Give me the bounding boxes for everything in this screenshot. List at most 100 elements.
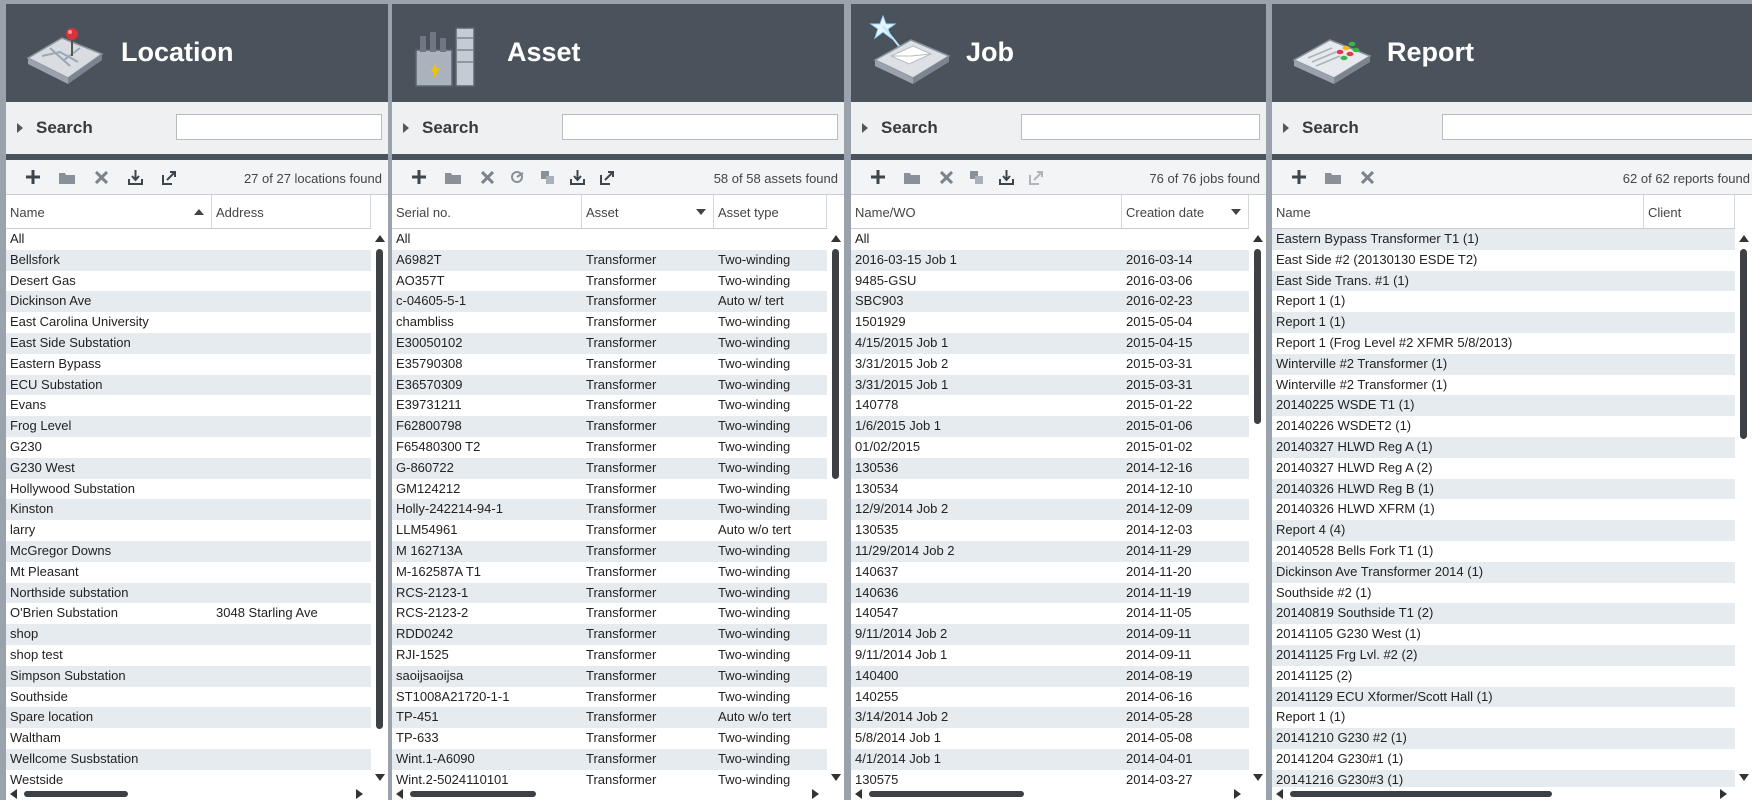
table-row[interactable]: ECU Substation	[6, 374, 371, 396]
scroll-left-arrow-icon[interactable]	[10, 789, 17, 799]
table-row[interactable]: Evans	[6, 395, 371, 416]
table-row[interactable]: E35790308 Transformer Two-winding	[392, 354, 827, 375]
scroll-thumb[interactable]	[869, 791, 1024, 797]
table-row[interactable]: Report 1 (1)	[1272, 707, 1735, 728]
table-row[interactable]: Dickinson Ave	[6, 291, 371, 313]
search-label[interactable]: Search	[422, 118, 479, 138]
scroll-thumb[interactable]	[1740, 249, 1747, 439]
expand-caret-icon[interactable]	[17, 123, 23, 133]
table-row[interactable]: 130535 2014-12-03	[851, 520, 1249, 541]
horizontal-scrollbar[interactable]	[851, 787, 1249, 800]
scroll-left-arrow-icon[interactable]	[855, 789, 862, 799]
column-header-serial-no[interactable]: Serial no.	[392, 195, 582, 228]
table-row[interactable]: All	[392, 229, 827, 250]
table-row[interactable]: 20140326 HLWD XFRM (1)	[1272, 499, 1735, 520]
scroll-down-arrow-icon[interactable]	[1253, 774, 1263, 781]
vertical-scrollbar[interactable]	[827, 229, 844, 787]
table-row[interactable]: 20140327 HLWD Reg A (1)	[1272, 436, 1735, 458]
scroll-left-arrow-icon[interactable]	[396, 789, 403, 799]
table-row[interactable]: 12/9/2014 Job 2 2014-12-09	[851, 499, 1249, 521]
table-row[interactable]: Simpson Substation	[6, 665, 371, 687]
expand-caret-icon[interactable]	[862, 123, 868, 133]
table-row[interactable]: Report 4 (4)	[1272, 520, 1735, 541]
table-row[interactable]: G230 West	[6, 457, 371, 479]
vertical-scrollbar[interactable]	[1249, 229, 1266, 787]
table-row[interactable]: LLM54961 Transformer Auto w/o tert	[392, 520, 827, 541]
table-row[interactable]: 20140326 HLWD Reg B (1)	[1272, 478, 1735, 500]
table-row[interactable]: 140547 2014-11-05	[851, 603, 1249, 624]
table-row[interactable]: RCS-2123-1 Transformer Two-winding	[392, 582, 827, 604]
table-row[interactable]: 1/6/2015 Job 1 2015-01-06	[851, 416, 1249, 437]
table-row[interactable]: 11/29/2014 Job 2 2014-11-29	[851, 540, 1249, 562]
table-row[interactable]: G-860722 Transformer Two-winding	[392, 457, 827, 479]
folder-icon[interactable]	[442, 167, 464, 187]
folder-icon[interactable]	[56, 167, 78, 187]
table-row[interactable]: Southside #2 (1)	[1272, 583, 1735, 604]
table-row[interactable]: Eastern Bypass Transformer T1 (1)	[1272, 229, 1735, 250]
table-row[interactable]: 140255 2014-06-16	[851, 687, 1249, 708]
scroll-right-arrow-icon[interactable]	[1720, 789, 1727, 799]
table-row[interactable]: Kinston	[6, 499, 371, 521]
table-row[interactable]: TP-451 Transformer Auto w/o tert	[392, 707, 827, 729]
table-row[interactable]: 4/15/2015 Job 1 2015-04-15	[851, 332, 1249, 354]
table-row[interactable]: Spare location	[6, 707, 371, 729]
vertical-scrollbar[interactable]	[1735, 229, 1752, 787]
expand-caret-icon[interactable]	[1283, 123, 1289, 133]
table-row[interactable]: 4/1/2014 Job 1 2014-04-01	[851, 748, 1249, 770]
table-row[interactable]: Frog Level	[6, 416, 371, 437]
scroll-thumb[interactable]	[832, 249, 839, 479]
search-label[interactable]: Search	[36, 118, 93, 138]
scroll-right-arrow-icon[interactable]	[356, 789, 363, 799]
table-row[interactable]: Wint.1-A6090 Transformer Two-winding	[392, 748, 827, 770]
delete-x-icon[interactable]	[90, 167, 112, 187]
export-icon[interactable]	[1025, 167, 1047, 187]
table-row[interactable]: G230	[6, 437, 371, 458]
delete-x-icon[interactable]	[1356, 167, 1378, 187]
duplicate-icon[interactable]	[965, 167, 987, 187]
import-icon[interactable]	[124, 167, 146, 187]
table-row[interactable]: 20140327 HLWD Reg A (2)	[1272, 458, 1735, 479]
table-row[interactable]: RCS-2123-2 Transformer Two-winding	[392, 603, 827, 624]
table-row[interactable]: 20141129 ECU Xformer/Scott Hall (1)	[1272, 686, 1735, 708]
table-row[interactable]: 130536 2014-12-16	[851, 457, 1249, 479]
scroll-thumb[interactable]	[376, 249, 383, 729]
table-row[interactable]: Eastern Bypass	[6, 354, 371, 375]
table-row[interactable]: 3/14/2014 Job 2 2014-05-28	[851, 707, 1249, 729]
table-row[interactable]: All	[6, 229, 371, 250]
table-row[interactable]: shop test	[6, 645, 371, 666]
table-row[interactable]: Report 1 (Frog Level #2 XFMR 5/8/2013)	[1272, 333, 1735, 354]
table-row[interactable]: East Side Trans. #1 (1)	[1272, 270, 1735, 292]
table-row[interactable]: 20141210 G230 #2 (1)	[1272, 728, 1735, 749]
table-row[interactable]: 20141125 (2)	[1272, 666, 1735, 687]
table-row[interactable]: Hollywood Substation	[6, 479, 371, 500]
table-row[interactable]: 140778 2015-01-22	[851, 395, 1249, 416]
table-row[interactable]: ST1008A21720-1-1 Transformer Two-winding	[392, 687, 827, 708]
scroll-down-arrow-icon[interactable]	[1739, 774, 1749, 781]
folder-icon[interactable]	[901, 167, 923, 187]
table-row[interactable]: 5/8/2014 Job 1 2014-05-08	[851, 728, 1249, 749]
column-header-name[interactable]: Name	[6, 195, 212, 228]
table-row[interactable]: M-162587A T1 Transformer Two-winding	[392, 562, 827, 583]
scroll-right-arrow-icon[interactable]	[1234, 789, 1241, 799]
horizontal-scrollbar[interactable]	[6, 787, 371, 800]
scroll-thumb[interactable]	[1254, 249, 1261, 424]
scroll-down-arrow-icon[interactable]	[375, 774, 385, 781]
table-row[interactable]: Southside	[6, 687, 371, 708]
table-row[interactable]: SBC903 2016-02-23	[851, 291, 1249, 313]
delete-x-icon[interactable]	[476, 167, 498, 187]
scroll-up-arrow-icon[interactable]	[375, 235, 385, 242]
table-row[interactable]: Winterville #2 Transformer (1)	[1272, 353, 1735, 375]
plus-icon[interactable]	[867, 167, 889, 187]
table-row[interactable]: Desert Gas	[6, 271, 371, 292]
export-icon[interactable]	[158, 167, 180, 187]
table-row[interactable]: E36570309 Transformer Two-winding	[392, 374, 827, 396]
table-row[interactable]: Bellsfork	[6, 249, 371, 271]
column-header-name-wo[interactable]: Name/WO	[851, 195, 1122, 228]
table-row[interactable]: larry	[6, 520, 371, 541]
table-row[interactable]: F65480300 T2 Transformer Two-winding	[392, 437, 827, 458]
table-row[interactable]: 1501929 2015-05-04	[851, 312, 1249, 333]
table-row[interactable]: 20140226 WSDET2 (1)	[1272, 416, 1735, 437]
table-row[interactable]: East Side Substation	[6, 332, 371, 354]
table-row[interactable]: chambliss Transformer Two-winding	[392, 312, 827, 333]
scroll-up-arrow-icon[interactable]	[1739, 235, 1749, 242]
